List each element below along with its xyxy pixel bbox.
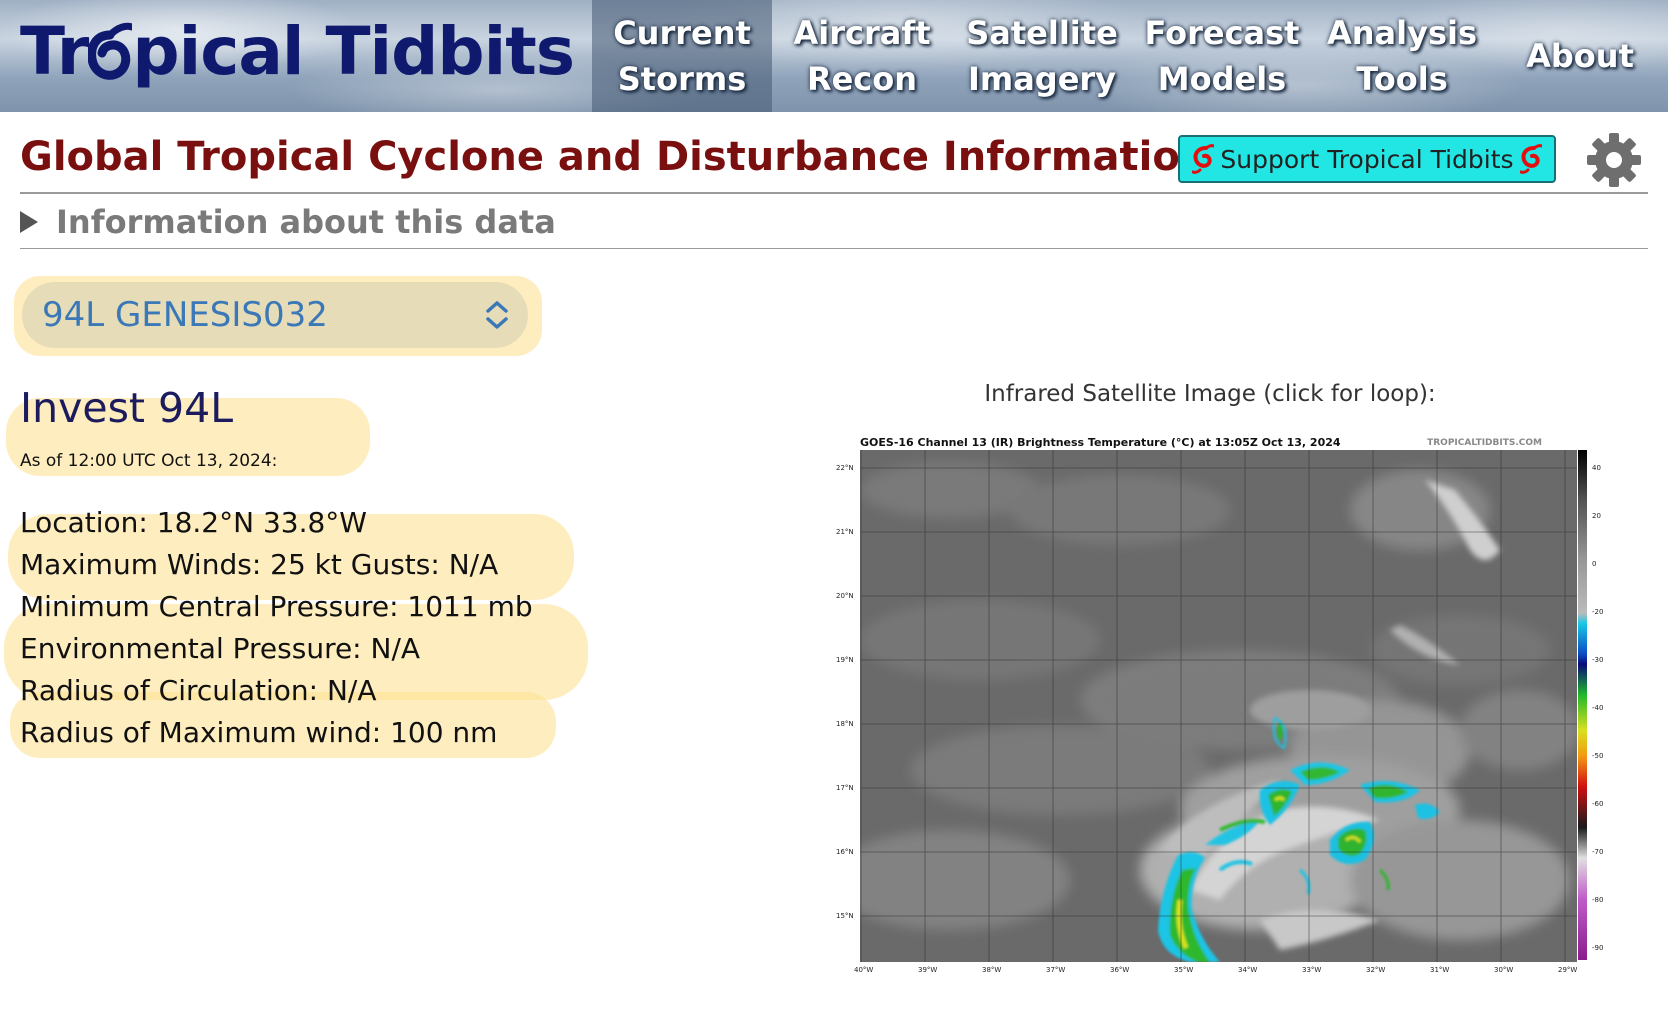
nav-analysis-tools[interactable]: Analysis Tools: [1312, 0, 1492, 112]
lat-label: 18°N: [836, 720, 854, 728]
nav-forecast-models[interactable]: Forecast Models: [1132, 0, 1312, 112]
nav-label: Forecast: [1144, 14, 1300, 52]
hurricane-symbol-icon: [88, 22, 133, 80]
lat-label: 15°N: [836, 912, 854, 920]
colorbar-label: 40: [1592, 464, 1601, 472]
colorbar-label: -70: [1592, 848, 1604, 856]
colorbar-label: -50: [1592, 752, 1604, 760]
nav-label: About: [1526, 37, 1634, 75]
nav-satellite-imagery[interactable]: Satellite Imagery: [952, 0, 1132, 112]
colorbar-label: 20: [1592, 512, 1601, 520]
storm-max-winds: Maximum Winds: 25 kt Gusts: N/A: [20, 548, 499, 581]
storm-min-pressure: Minimum Central Pressure: 1011 mb: [20, 590, 533, 623]
storm-select[interactable]: 94L GENESIS032: [22, 282, 528, 348]
lon-label: 29°W: [1558, 966, 1578, 974]
hurricane-icon: [1519, 144, 1542, 174]
colorbar-label: -60: [1592, 800, 1604, 808]
lon-label: 31°W: [1430, 966, 1450, 974]
temperature-colorbar: [1578, 450, 1587, 960]
as-of-timestamp: As of 12:00 UTC Oct 13, 2024:: [20, 451, 278, 471]
lon-label: 36°W: [1110, 966, 1130, 974]
nav-label: Recon: [806, 60, 918, 98]
hurricane-icon: [1192, 144, 1215, 174]
triangle-right-icon: [20, 211, 38, 233]
nav-label: Analysis: [1326, 14, 1478, 52]
satellite-image-link[interactable]: GOES-16 Channel 13 (IR) Brightness Tempe…: [820, 432, 1603, 980]
lon-label: 32°W: [1366, 966, 1386, 974]
lon-label: 38°W: [982, 966, 1002, 974]
nav-label: Satellite: [966, 14, 1118, 52]
logo-text-suffix: pical Tidbits: [132, 13, 575, 90]
lon-label: 33°W: [1302, 966, 1322, 974]
site-logo[interactable]: Tr pical Tidbits: [20, 4, 575, 100]
satellite-watermark: TROPICALTIDBITS.COM: [1427, 438, 1542, 448]
main-nav: Current Storms Aircraft Recon Satellite Ima…: [592, 0, 1668, 112]
nav-label: Models: [1157, 60, 1287, 98]
chevron-up-down-icon: [486, 301, 508, 329]
colorbar-label: -30: [1592, 656, 1604, 664]
lon-label: 35°W: [1174, 966, 1194, 974]
nav-label: Imagery: [967, 60, 1117, 98]
lon-label: 37°W: [1046, 966, 1066, 974]
nav-label: Tools: [1356, 60, 1448, 98]
lon-label: 40°W: [854, 966, 874, 974]
nav-current-storms[interactable]: Current Storms: [592, 0, 772, 112]
storm-env-pressure: Environmental Pressure: N/A: [20, 632, 421, 665]
gear-icon[interactable]: [1586, 132, 1642, 188]
nav-label: Current: [613, 14, 751, 52]
colorbar-label: 0: [1592, 560, 1597, 568]
nav-aircraft-recon[interactable]: Aircraft Recon: [772, 0, 952, 112]
storm-location: Location: 18.2°N 33.8°W: [20, 506, 367, 539]
lat-label: 21°N: [836, 528, 854, 536]
info-toggle[interactable]: Information about this data: [20, 202, 556, 242]
support-button[interactable]: Support Tropical Tidbits: [1178, 135, 1556, 183]
satellite-ir-image: [860, 450, 1577, 962]
lon-label: 39°W: [918, 966, 938, 974]
divider: [20, 192, 1648, 194]
lat-label: 19°N: [836, 656, 854, 664]
colorbar-label: -90: [1592, 944, 1604, 952]
colorbar-label: -20: [1592, 608, 1604, 616]
colorbar-label: -80: [1592, 896, 1604, 904]
storm-radius-circulation: Radius of Circulation: N/A: [20, 674, 377, 707]
storm-radius-max-wind: Radius of Maximum wind: 100 nm: [20, 716, 498, 749]
storm-details: Location: 18.2°N 33.8°W Maximum Winds: 2…: [20, 502, 533, 754]
nav-label: Storms: [617, 60, 747, 98]
lat-label: 17°N: [836, 784, 854, 792]
divider: [20, 248, 1648, 249]
lon-label: 34°W: [1238, 966, 1258, 974]
nav-about[interactable]: About: [1492, 0, 1668, 112]
storm-name: Invest 94L: [20, 384, 234, 432]
lat-label: 16°N: [836, 848, 854, 856]
nav-label: Aircraft: [793, 14, 931, 52]
lat-label: 22°N: [836, 464, 854, 472]
lon-label: 30°W: [1494, 966, 1514, 974]
lat-label: 20°N: [836, 592, 854, 600]
info-toggle-label: Information about this data: [56, 203, 556, 241]
satellite-caption: Infrared Satellite Image (click for loop…: [984, 381, 1436, 407]
storm-select-value: 94L GENESIS032: [42, 295, 328, 335]
logo-text-prefix: Tr: [20, 13, 89, 90]
satellite-image-title: GOES-16 Channel 13 (IR) Brightness Tempe…: [860, 436, 1341, 449]
colorbar-label: -40: [1592, 704, 1604, 712]
page-title: Global Tropical Cyclone and Disturbance …: [20, 134, 1209, 180]
support-label: Support Tropical Tidbits: [1220, 144, 1514, 174]
site-header: Tr pical Tidbits Current Storms Aircraft R…: [0, 0, 1668, 112]
